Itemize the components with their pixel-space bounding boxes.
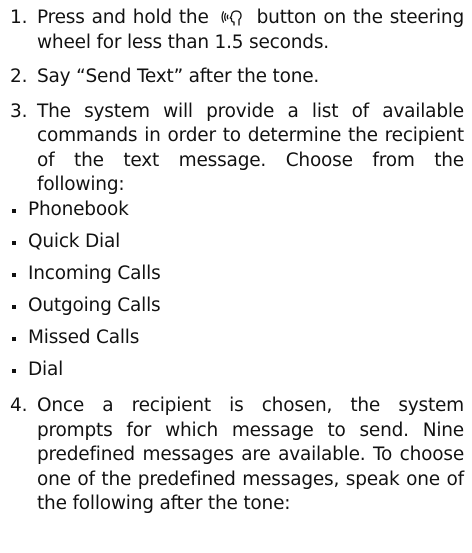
list-item-label: Phonebook bbox=[28, 198, 129, 220]
list-item: Quick Dial bbox=[10, 230, 464, 255]
list-item-label: Quick Dial bbox=[28, 230, 121, 252]
bullet-icon bbox=[10, 326, 28, 351]
list-item: Phonebook bbox=[10, 198, 464, 223]
step-4: 4. Once a recipient is chosen, the syste… bbox=[10, 394, 464, 517]
step-number: 1. bbox=[10, 7, 28, 28]
bullet-icon bbox=[10, 198, 28, 223]
instruction-page: 1. Press and hold the button on the stee… bbox=[0, 0, 472, 553]
bullet-icon bbox=[10, 230, 28, 255]
list-item-label: Incoming Calls bbox=[28, 262, 161, 284]
step-text: Once a recipient is chosen, the system p… bbox=[37, 395, 464, 514]
step-text-before-icon: Press and hold the bbox=[37, 7, 209, 28]
step-1: 1. Press and hold the button on the stee… bbox=[10, 6, 464, 55]
bullet-icon bbox=[10, 294, 28, 319]
list-item: Incoming Calls bbox=[10, 262, 464, 287]
list-item-label: Dial bbox=[28, 358, 64, 380]
step-text: Say “Send Text” after the tone. bbox=[37, 66, 320, 87]
step-number: 4. bbox=[10, 395, 28, 416]
list-item: Missed Calls bbox=[10, 326, 464, 351]
voice-command-icon bbox=[221, 10, 242, 26]
list-item: Outgoing Calls bbox=[10, 294, 464, 319]
bullet-icon bbox=[10, 358, 28, 383]
list-item-label: Outgoing Calls bbox=[28, 294, 161, 316]
recipient-command-list: Phonebook Quick Dial Incoming Calls Outg… bbox=[10, 198, 464, 383]
step-3: 3. The system will provide a list of ava… bbox=[10, 100, 464, 198]
list-item-label: Missed Calls bbox=[28, 326, 140, 348]
step-text: Press and hold the button on the steerin… bbox=[37, 6, 464, 55]
step-text: The system will provide a list of availa… bbox=[37, 100, 464, 196]
bullet-icon bbox=[10, 262, 28, 287]
step-2: 2. Say “Send Text” after the tone. bbox=[10, 65, 464, 90]
list-item: Dial bbox=[10, 358, 464, 383]
step-number: 2. bbox=[10, 66, 28, 87]
step-number: 3. bbox=[10, 100, 28, 122]
